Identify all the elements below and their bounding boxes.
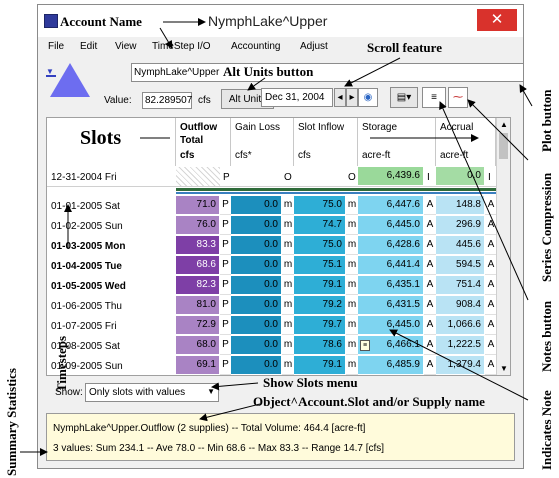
arrow-notes-button [439,101,529,301]
arrow-indicates-note [389,329,529,401]
arrow-object-account [199,403,261,422]
arrow-show-slots [211,382,259,391]
arrow-alt-units [247,77,266,91]
arrow-menu [159,27,173,49]
arrow-plot-button [519,84,533,107]
arrow-scroll-feature [344,57,401,87]
arrow-series-compression [467,99,529,161]
annotation-arrows [20,18,533,456]
